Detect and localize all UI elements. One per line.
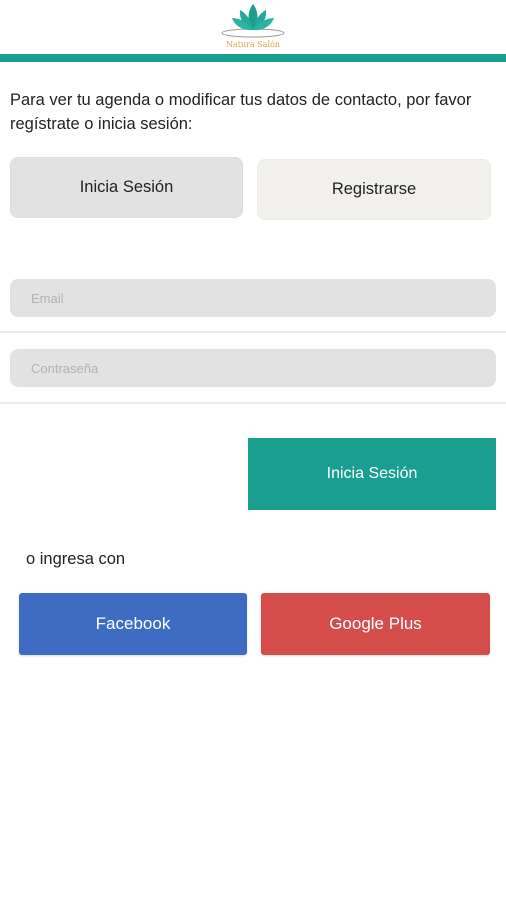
header-accent-bar xyxy=(0,54,506,62)
password-divider xyxy=(0,402,506,404)
password-field[interactable] xyxy=(10,349,496,387)
intro-text: Para ver tu agenda o modificar tus datos… xyxy=(10,91,472,133)
login-tab-button[interactable]: Inicia Sesión xyxy=(10,157,243,218)
login-screen: Natura Salón Para ver tu agenda o modifi… xyxy=(0,0,506,900)
login-submit-button[interactable]: Inicia Sesión xyxy=(248,438,496,510)
social-login-label: o ingresa con xyxy=(26,550,126,568)
register-tab-button[interactable]: Registrarse xyxy=(257,159,491,220)
google-plus-login-button[interactable]: Google Plus xyxy=(261,593,490,655)
facebook-login-button[interactable]: Facebook xyxy=(19,593,247,655)
brand-name: Natura Salón xyxy=(225,40,281,49)
lotus-icon xyxy=(221,4,285,38)
email-field[interactable] xyxy=(10,279,496,317)
email-divider xyxy=(0,331,506,333)
app-header: Natura Salón xyxy=(0,0,506,54)
